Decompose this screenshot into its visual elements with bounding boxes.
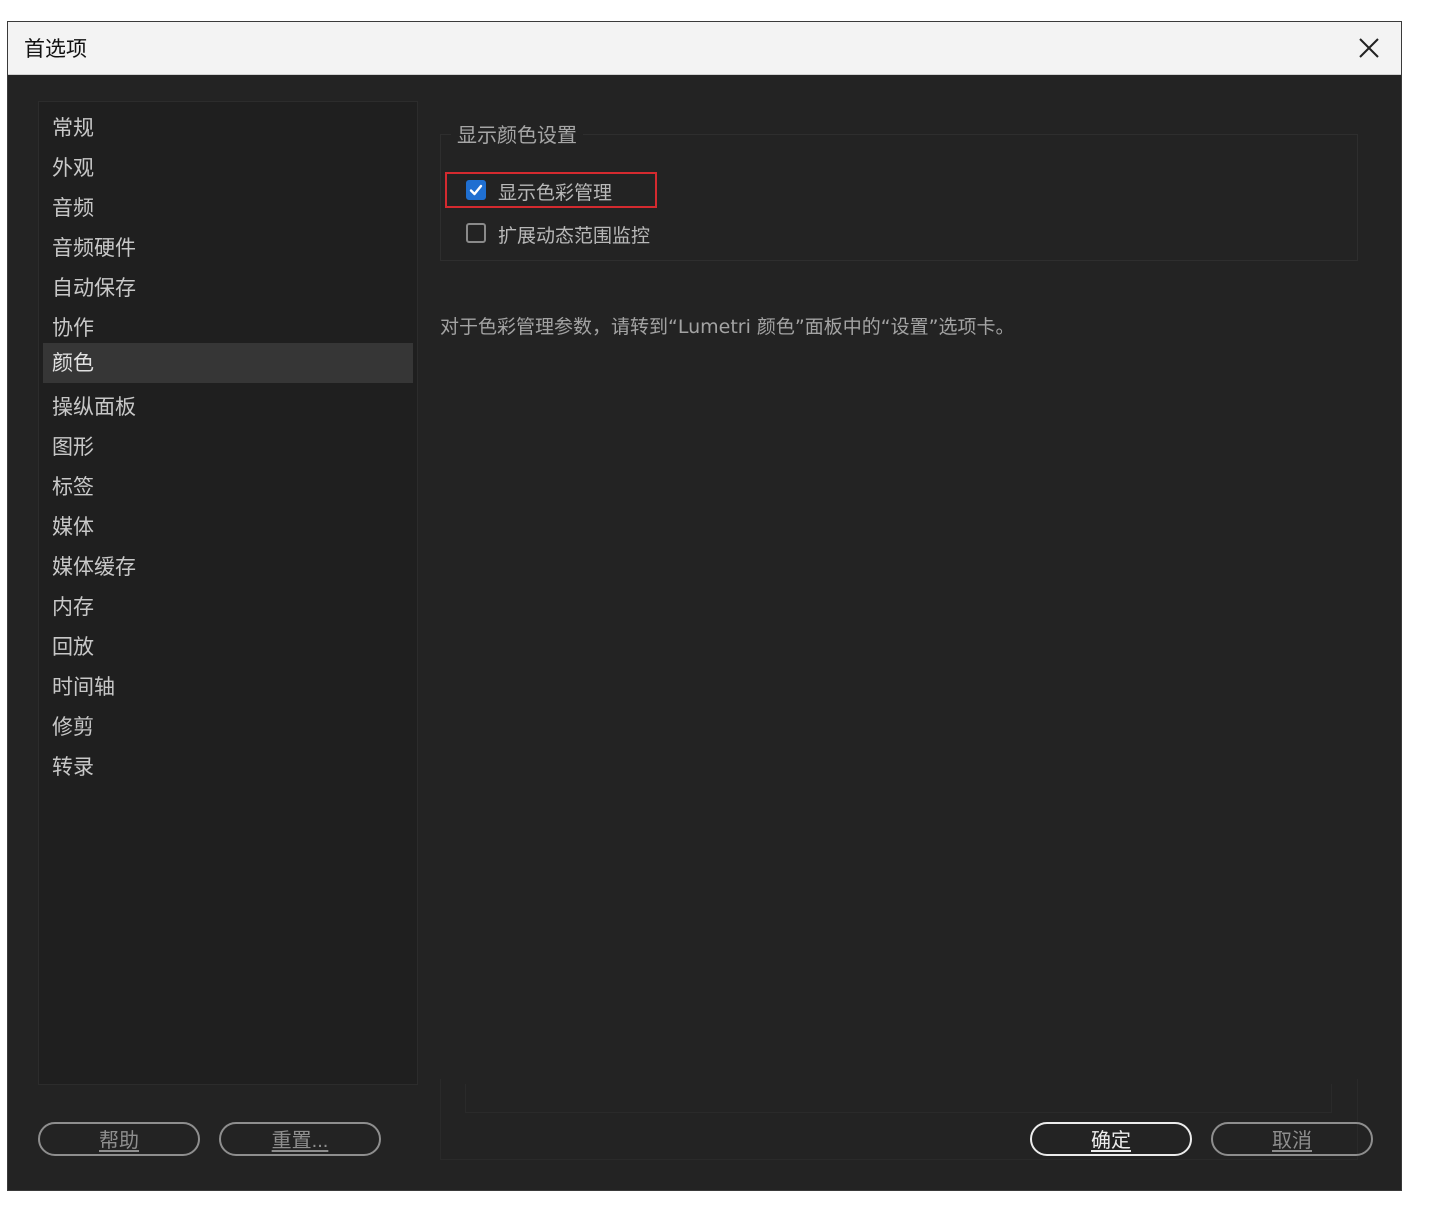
preferences-dialog: 首选项 常规 外观 音频 音频硬件 自动保存 协作 颜色 操纵面板 图形 标签 …: [8, 22, 1401, 1190]
ok-button-label: 确定: [1091, 1130, 1131, 1152]
color-management-info-text: 对于色彩管理参数，请转到“Lumetri 颜色”面板中的“设置”选项卡。: [440, 316, 1015, 338]
sidebar-item-memory[interactable]: 内存: [43, 587, 413, 627]
help-button[interactable]: 帮助: [38, 1122, 200, 1156]
sidebar-item-timeline[interactable]: 时间轴: [43, 667, 413, 707]
sidebar-item-media-cache[interactable]: 媒体缓存: [43, 547, 413, 587]
ok-button[interactable]: 确定: [1030, 1122, 1192, 1156]
checkbox-checked[interactable]: [466, 180, 486, 200]
sidebar-item-audio-hardware[interactable]: 音频硬件: [43, 228, 413, 268]
sidebar-item-auto-save[interactable]: 自动保存: [43, 268, 413, 308]
dialog-title: 首选项: [24, 37, 87, 61]
close-button[interactable]: [1347, 26, 1391, 70]
close-icon: [1359, 38, 1379, 58]
preferences-sidebar: 常规 外观 音频 音频硬件 自动保存 协作 颜色 操纵面板 图形 标签 媒体 媒…: [38, 101, 418, 1085]
reset-button[interactable]: 重置...: [219, 1122, 381, 1156]
reset-button-label: 重置...: [271, 1130, 329, 1152]
display-color-management-checkbox[interactable]: 显示色彩管理: [466, 178, 646, 206]
sidebar-item-trim[interactable]: 修剪: [43, 707, 413, 747]
cancel-button[interactable]: 取消: [1211, 1122, 1373, 1156]
display-color-settings-group: 显示颜色设置 显示色彩管理 扩展动态范围监控: [440, 119, 1358, 261]
sidebar-item-general[interactable]: 常规: [43, 108, 413, 148]
sidebar-item-playback[interactable]: 回放: [43, 627, 413, 667]
title-bar: 首选项: [8, 22, 1401, 75]
help-button-label: 帮助: [99, 1130, 139, 1152]
sidebar-item-media[interactable]: 媒体: [43, 507, 413, 547]
cancel-button-label: 取消: [1272, 1130, 1312, 1152]
sidebar-item-control-surface[interactable]: 操纵面板: [43, 387, 413, 427]
sidebar-item-appearance[interactable]: 外观: [43, 148, 413, 188]
bottom-inner-frame: [465, 1084, 1332, 1113]
sidebar-item-color[interactable]: 颜色: [43, 343, 413, 383]
sidebar-item-audio[interactable]: 音频: [43, 188, 413, 228]
checkbox-label: 显示色彩管理: [498, 182, 613, 204]
sidebar-item-graphics[interactable]: 图形: [43, 427, 413, 467]
sidebar-item-transcription[interactable]: 转录: [43, 747, 413, 787]
extended-dynamic-range-checkbox[interactable]: 扩展动态范围监控: [466, 221, 686, 249]
checkbox-label: 扩展动态范围监控: [498, 225, 651, 247]
group-title: 显示颜色设置: [451, 119, 583, 148]
sidebar-item-labels[interactable]: 标签: [43, 467, 413, 507]
sidebar-item-collaboration[interactable]: 协作: [43, 308, 413, 348]
color-settings-panel: 显示颜色设置 显示色彩管理 扩展动态范围监控 对于色彩管理参数，请转到“Lume…: [440, 119, 1358, 1160]
checkbox-unchecked[interactable]: [466, 223, 486, 243]
checkmark-icon: [469, 184, 483, 196]
